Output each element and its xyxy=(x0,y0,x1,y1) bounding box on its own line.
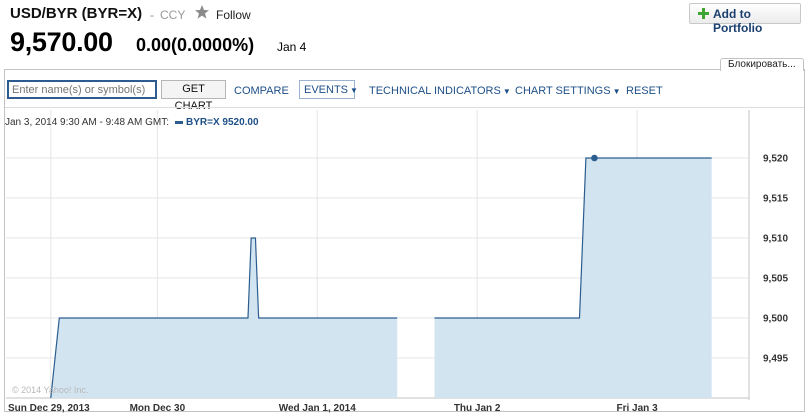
y-tick-label: 9,495 xyxy=(763,354,788,365)
tooltip-range: Jan 3, 2014 9:30 AM - 9:48 AM GMT: xyxy=(5,117,169,128)
y-tick-label: 9,515 xyxy=(763,194,788,205)
x-tick-label: Thu Jan 2 xyxy=(454,403,501,414)
hover-tooltip: Jan 3, 2014 9:30 AM - 9:48 AM GMT: BYR=X … xyxy=(5,117,259,131)
y-tick-label: 9,510 xyxy=(763,234,788,245)
tooltip-series-value: BYR=X 9520.00 xyxy=(185,117,259,128)
x-tick-label: Mon Dec 30 xyxy=(130,403,186,414)
x-tick-label: Fri Jan 3 xyxy=(617,403,659,414)
copyright-text: © 2014 Yahoo! Inc. xyxy=(12,385,89,395)
hover-point xyxy=(591,154,598,162)
x-tick-label: Sun Dec 29, 2013 xyxy=(8,403,90,414)
x-tick-label: Wed Jan 1, 2014 xyxy=(279,403,357,414)
y-tick-label: 9,520 xyxy=(763,154,788,165)
y-tick-label: 9,505 xyxy=(763,274,788,285)
y-tick-label: 9,500 xyxy=(763,314,788,325)
series-swatch xyxy=(174,120,183,124)
price-chart[interactable]: 9,495 9,500 9,505 9,510 9,515 9,520 Sun Dec 29… xyxy=(0,0,809,414)
